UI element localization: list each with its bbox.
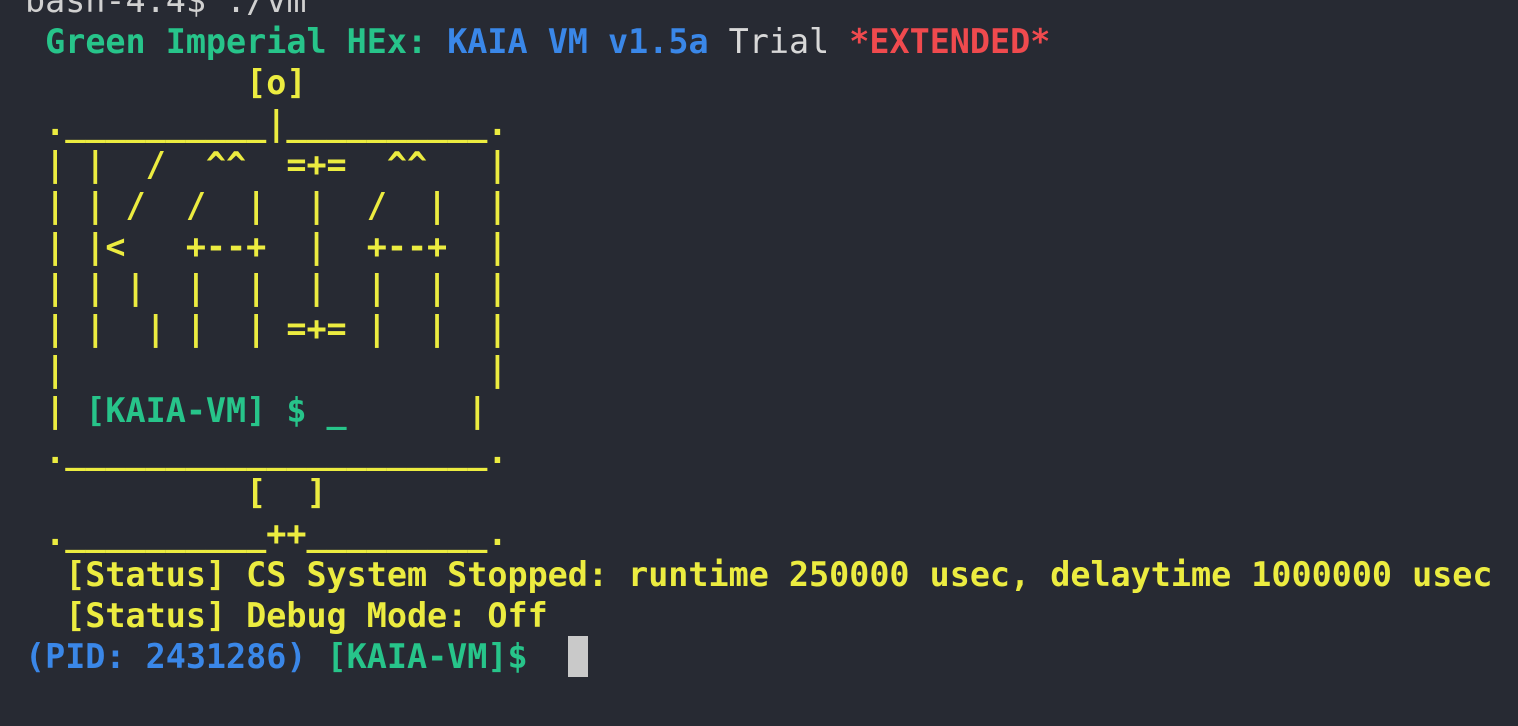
ascii-border: | (25, 391, 86, 430)
banner-lead (25, 22, 45, 61)
vm-prompt: [KAIA-VM]$ (326, 637, 528, 676)
shell-prompt: bash-4.4$ (25, 0, 206, 20)
ascii-line: | | | | | | | | | (25, 268, 508, 307)
vm-prompt-line[interactable]: (PID: 2431286) [KAIA-VM]$ (25, 636, 1518, 677)
ascii-line: | | / / | | / | | (25, 186, 508, 225)
ascii-line: ._____________________. (25, 432, 508, 471)
ascii-line: .__________++_________. (25, 514, 508, 553)
banner-gap (427, 22, 447, 61)
ascii-line: | | | | | =+= | | | (25, 309, 508, 348)
prompt-gap (528, 637, 568, 676)
shell-command: ./vm (205, 0, 307, 20)
status-runtime: [Status] CS System Stopped: runtime 2500… (25, 555, 1493, 594)
ascii-vm-prompt: [KAIA-VM] $ _ (85, 391, 347, 430)
banner-gap (709, 22, 729, 61)
ascii-border: | (346, 391, 488, 430)
banner-version: v1.5a (608, 22, 709, 61)
ascii-line: .__________|__________. (25, 104, 508, 143)
banner-edition: Trial (728, 22, 830, 61)
text-cursor[interactable] (567, 636, 588, 677)
banner-gap (588, 22, 608, 61)
ascii-logo: [o] .__________|__________. | | / ^^ =+=… (25, 62, 1518, 554)
ascii-prompt-line: | [KAIA-VM] $ _ | (25, 390, 1518, 431)
shell-command-line: bash-4.4$ ./vm (25, 0, 1518, 21)
ascii-line: | | (25, 350, 508, 389)
process-id: (PID: 2431286) (25, 637, 307, 676)
banner-extended: *EXTENDED* (849, 22, 1051, 61)
terminal-window[interactable]: bash-4.4$ ./vm Green Imperial HEx: KAIA … (0, 0, 1518, 706)
ascii-line: | |< +--+ | +--+ | (25, 227, 508, 266)
banner-product: KAIA VM (447, 22, 588, 61)
ascii-line: | | / ^^ =+= ^^ | (25, 145, 508, 184)
prompt-gap (306, 637, 326, 676)
ascii-line: [ ] (25, 473, 327, 512)
banner-gap (829, 22, 849, 61)
ascii-line: [o] (25, 63, 307, 102)
status-debug-mode: [Status] Debug Mode: Off (25, 596, 548, 635)
vm-banner: Green Imperial HEx: KAIA VM v1.5a Trial … (25, 21, 1518, 62)
banner-vendor: Green Imperial HEx: (45, 22, 428, 61)
